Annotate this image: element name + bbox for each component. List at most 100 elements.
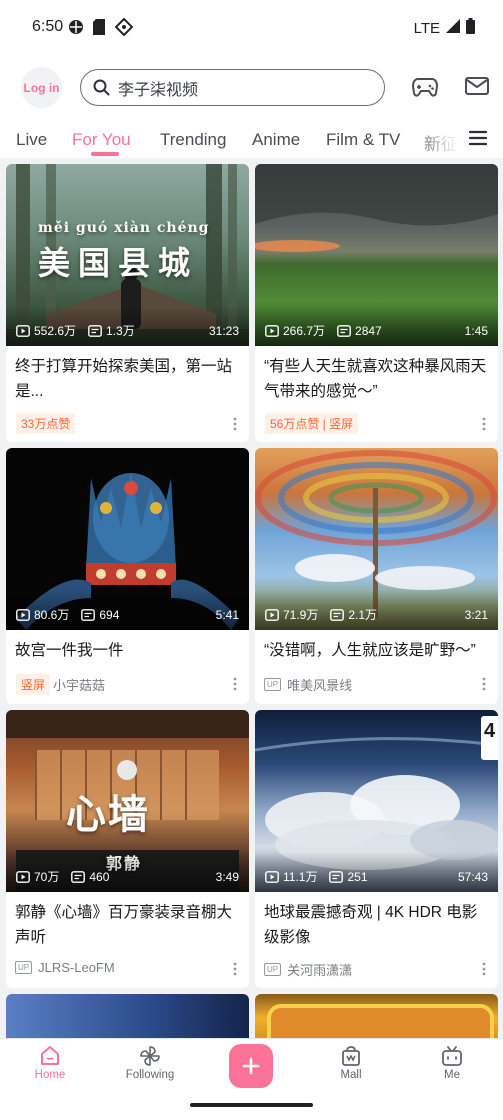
uploader-name: 唯美风景线 — [287, 678, 353, 693]
mail-icon[interactable] — [465, 76, 489, 101]
danmaku-count: 694 — [99, 607, 120, 622]
login-label: Log in — [23, 80, 60, 95]
menu-icon[interactable] — [468, 130, 488, 151]
tab-live[interactable]: Live — [16, 130, 47, 150]
status-bar: 6:50 LTE — [0, 0, 503, 56]
tab-for-you[interactable]: For You — [72, 130, 131, 150]
battery-icon — [466, 18, 475, 38]
video-thumbnail: 心墙 郭静 70万 460 3:49 — [6, 710, 249, 892]
4k-badge: 4 — [481, 716, 498, 760]
like-tag: 56万点赞 | 竖屏 — [265, 413, 359, 434]
pinwheel-status-icon — [68, 19, 84, 40]
vertical-tag: 竖屏 — [16, 674, 51, 695]
network-type: LTE — [413, 19, 440, 37]
video-card[interactable] — [6, 994, 249, 1038]
video-card[interactable]: měi guó xiàn chéng 美国县城 552.6万 1.3万 31:2… — [6, 164, 249, 442]
video-meta: 71.9万 2.1万 3:21 — [265, 606, 488, 623]
danmaku-count: 1.3万 — [106, 324, 135, 338]
video-card[interactable]: 266.7万 2847 1:45 “有些人天生就喜欢这种暴风雨天气带来的感觉～”… — [255, 164, 498, 442]
video-card[interactable] — [255, 994, 498, 1038]
status-time: 6:50 — [32, 18, 64, 35]
video-thumbnail: 4 11.1万 251 57:43 — [255, 710, 498, 892]
danmaku-icon — [329, 870, 344, 883]
sd-card-icon — [93, 19, 105, 40]
danmaku-count: 251 — [347, 869, 368, 884]
duration: 1:45 — [464, 323, 488, 338]
duration: 31:23 — [208, 323, 239, 338]
uploader[interactable]: UP 关河雨潇潇 — [264, 960, 352, 979]
shopping-bag-icon — [342, 1046, 360, 1066]
tab-trending[interactable]: Trending — [160, 130, 226, 150]
video-title: 郭静《心墙》百万豪装录音棚大声听 — [15, 904, 233, 946]
tab-anime[interactable]: Anime — [252, 130, 300, 150]
gamepad-icon[interactable] — [411, 76, 439, 103]
nav-mall[interactable]: Mall — [316, 1045, 386, 1081]
play-count-icon — [265, 870, 279, 883]
play-count-icon — [265, 324, 279, 337]
video-card[interactable]: 80.6万 694 5:41 故宫一件我一件 竖屏 小宇菇菇 — [6, 448, 249, 704]
nav-me[interactable]: Me — [417, 1045, 487, 1081]
gesture-bar[interactable] — [190, 1103, 313, 1107]
danmaku-count: 460 — [89, 869, 110, 884]
overlay-title: 美国县城 — [38, 244, 199, 282]
home-icon — [41, 1046, 59, 1065]
more-options-icon[interactable] — [478, 961, 490, 977]
status-right: LTE — [414, 18, 475, 38]
tab-indicator — [91, 152, 119, 156]
video-title: 地球最震撼奇观 | 4K HDR 电影级影像 — [264, 904, 478, 946]
uploader[interactable]: UP JLRS-LeoFM — [15, 960, 115, 975]
search-bar[interactable]: 李子柒视频 — [80, 69, 385, 106]
play-count-icon — [265, 608, 279, 621]
play-count-icon — [16, 324, 30, 337]
uploader[interactable]: UP 唯美风景线 — [264, 675, 352, 694]
play-count-icon — [16, 608, 30, 621]
more-options-icon[interactable] — [229, 676, 241, 692]
video-title: 故宫一件我一件 — [15, 642, 124, 659]
view-count: 266.7万 — [283, 324, 326, 338]
duration: 3:49 — [215, 869, 239, 884]
danmaku-icon — [330, 608, 345, 621]
view-count: 71.9万 — [283, 608, 319, 622]
plus-icon — [242, 1057, 260, 1075]
view-count: 80.6万 — [34, 608, 70, 622]
video-thumbnail: 266.7万 2847 1:45 — [255, 164, 498, 346]
video-meta: 11.1万 251 57:43 — [265, 868, 488, 885]
video-card[interactable]: 4 11.1万 251 57:43 地球最震撼奇观 | 4K HDR 电影级影像… — [255, 710, 498, 988]
pinwheel-icon — [140, 1046, 160, 1066]
danmaku-count: 2.1万 — [348, 608, 378, 622]
uploader-name[interactable]: 小宇菇菇 — [53, 675, 105, 694]
danmaku-icon — [88, 324, 102, 337]
more-options-icon[interactable] — [478, 676, 490, 692]
danmaku-icon — [71, 870, 86, 883]
video-feed: měi guó xiàn chéng 美国县城 552.6万 1.3万 31:2… — [0, 158, 503, 1038]
signal-icon — [446, 19, 460, 37]
video-card[interactable]: 71.9万 2.1万 3:21 “没错啊，人生就应该是旷野～” UP 唯美风景线 — [255, 448, 498, 704]
nav-home[interactable]: Home — [15, 1045, 85, 1081]
nav-following[interactable]: Following — [115, 1045, 185, 1081]
view-count: 552.6万 — [34, 324, 77, 338]
tab-film-tv[interactable]: Film & TV — [326, 130, 400, 150]
more-options-icon[interactable] — [229, 416, 241, 432]
search-placeholder: 李子柒视频 — [118, 81, 199, 99]
like-tag: 33万点赞 — [16, 413, 76, 434]
up-badge: UP — [264, 678, 282, 691]
video-card[interactable]: 心墙 郭静 70万 460 3:49 郭静《心墙》百万豪装录音棚大声听 UP J… — [6, 710, 249, 988]
uploader-name: JLRS-LeoFM — [38, 960, 115, 975]
more-options-icon[interactable] — [478, 416, 490, 432]
video-meta: 552.6万 1.3万 31:23 — [16, 322, 239, 339]
video-thumbnail: 80.6万 694 5:41 — [6, 448, 249, 630]
uploader-name: 关河雨潇潇 — [287, 963, 353, 978]
login-button[interactable]: Log in — [21, 67, 62, 108]
overlay-pinyin: měi guó xiàn chéng — [38, 220, 210, 236]
nav-following-label: Following — [125, 1069, 175, 1081]
video-title: 终于打算开始探索美国，第一站是... — [15, 358, 233, 400]
view-count: 70万 — [34, 870, 60, 884]
danmaku-count: 2847 — [355, 323, 382, 338]
up-badge: UP — [15, 961, 33, 974]
more-options-icon[interactable] — [229, 961, 241, 977]
up-badge: UP — [264, 963, 282, 976]
danmaku-icon — [81, 608, 96, 621]
upload-button[interactable] — [229, 1044, 273, 1088]
duration: 5:41 — [215, 607, 239, 622]
play-count-icon — [16, 870, 30, 883]
